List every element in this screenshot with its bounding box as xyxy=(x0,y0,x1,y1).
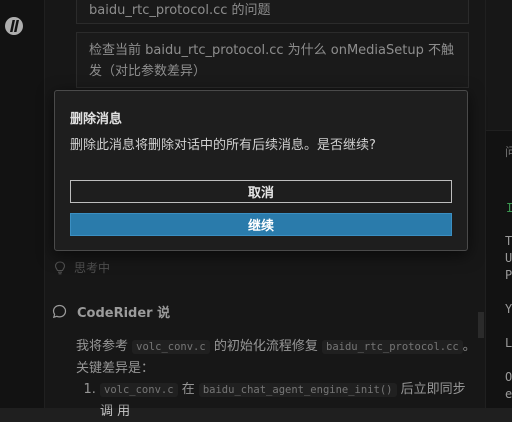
continue-button[interactable]: 继续 xyxy=(70,213,452,236)
dialog-message: 删除此消息将删除对话中的所有后续消息。是否继续? xyxy=(70,138,376,153)
delete-message-dialog: 删除消息 删除此消息将删除对话中的所有后续消息。是否继续? 取消 继续 xyxy=(54,90,468,251)
dialog-title: 删除消息 xyxy=(70,112,123,127)
cancel-button[interactable]: 取消 xyxy=(70,180,452,203)
